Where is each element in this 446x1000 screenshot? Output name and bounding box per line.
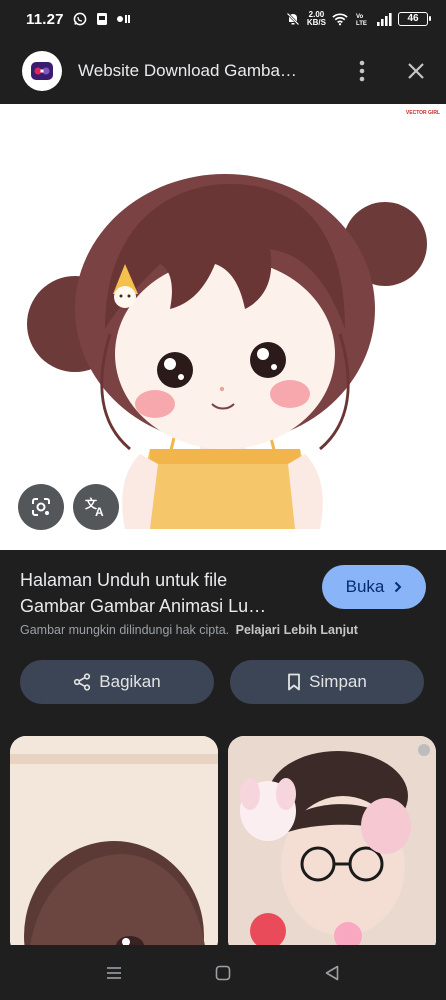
signal-icon [376,12,392,26]
whatsapp-icon [72,12,88,26]
related-image-card[interactable] [228,736,436,945]
status-time: 11.27 [26,10,64,28]
copyright-text: Gambar mungkin dilindungi hak cipta. [20,623,230,637]
google-lens-button[interactable] [18,484,64,530]
media-icon [116,12,132,26]
system-nav-bar [0,945,446,1000]
image-preview[interactable]: VECTOR GIRL 文 A [0,104,446,550]
open-button-label: Buka [345,577,385,596]
app-bar: Website Download Gamba… [0,38,446,104]
save-label: Simpan [309,672,367,691]
related-image-1 [10,736,218,945]
back-button[interactable] [312,953,352,993]
learn-more-link[interactable]: Pelajari Lebih Lanjut [236,623,358,637]
svg-text:LTE: LTE [356,21,367,26]
related-images [0,730,446,945]
share-button[interactable]: Bagikan [20,660,214,704]
volte-icon: Vo LTE [354,12,370,26]
svg-text:A: A [95,505,104,519]
close-icon [408,63,424,79]
translate-icon: 文 A [85,496,104,519]
recent-apps-button[interactable] [94,953,134,993]
close-button[interactable] [402,57,430,85]
result-title-line2: Gambar Gambar Animasi Lu… [20,596,267,616]
home-button[interactable] [203,953,243,993]
share-label: Bagikan [99,672,161,691]
translate-button[interactable]: 文 A [73,484,119,530]
network-speed-unit: KB/S [306,18,326,27]
svg-text:Vo: Vo [356,14,364,20]
save-button[interactable]: Simpan [230,660,424,704]
image-details: Halaman Unduh untuk file Gambar Gambar A… [0,550,446,730]
lens-icon [32,498,50,516]
back-triangle-icon [325,965,338,980]
result-title-line1: Halaman Unduh untuk file [20,570,228,590]
status-bar: 11.27 2.00 KB/S Vo LTE 46 [0,0,446,38]
menu-icon [107,966,122,979]
site-logo-icon [31,62,53,80]
battery-icon: 46 [398,12,431,26]
copyright-notice: Gambar mungkin dilindungi hak cipta. Pel… [20,623,358,637]
chevron-right-icon [395,581,402,593]
home-square-icon [215,965,231,980]
image-watermark: VECTOR GIRL [405,110,440,116]
more-vert-icon [359,60,365,82]
mute-icon [285,12,301,26]
more-options-button[interactable] [348,57,376,85]
open-button[interactable]: Buka [322,565,426,609]
related-image-2 [228,736,436,945]
wifi-icon [332,12,348,26]
notification-icons [72,12,132,26]
page-title: Website Download Gamba… [78,61,297,80]
anime-girl-illustration [27,174,427,529]
bookmark-icon [288,673,301,691]
network-speed: 2.00 KB/S [307,11,326,27]
sim-card-icon [94,12,110,26]
share-icon [74,673,91,691]
site-favicon[interactable] [22,51,62,91]
result-title[interactable]: Halaman Unduh untuk file Gambar Gambar A… [20,567,310,619]
related-image-card[interactable] [10,736,218,945]
